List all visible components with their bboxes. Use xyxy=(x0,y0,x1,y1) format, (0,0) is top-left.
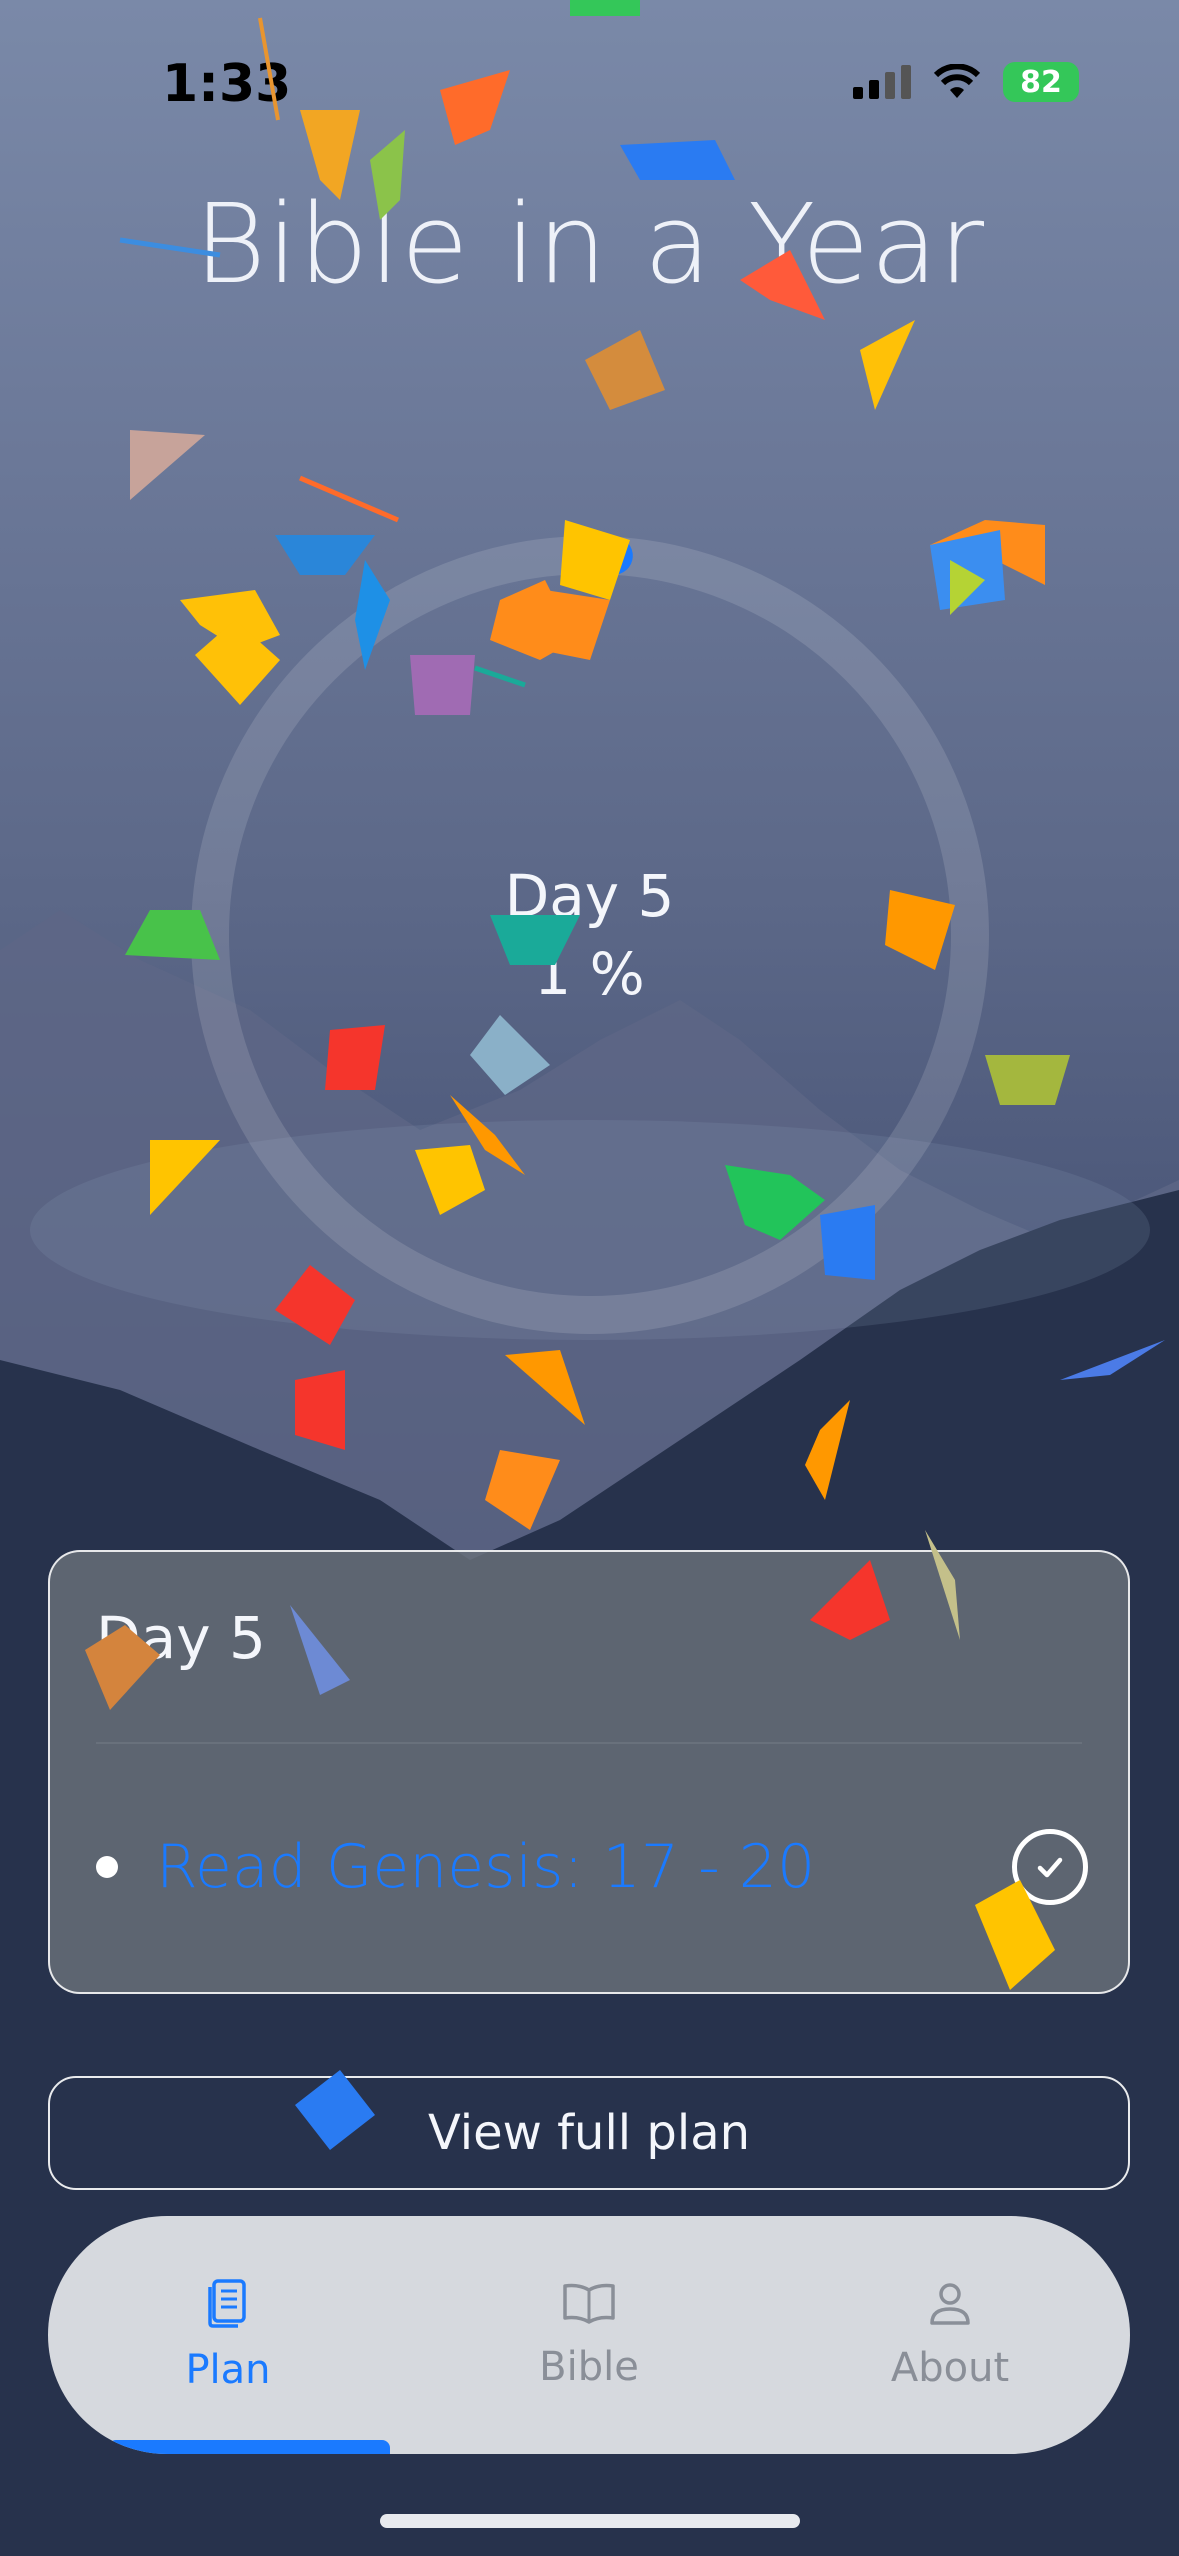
tab-plan-label: Plan xyxy=(185,2347,271,2393)
tab-bible-label: Bible xyxy=(539,2344,639,2390)
status-time: 1:33 xyxy=(162,54,292,114)
wifi-icon xyxy=(933,64,981,98)
bullet-icon xyxy=(96,1856,118,1878)
progress-day-label: Day 5 xyxy=(504,862,675,930)
progress-percent-label: 1 % xyxy=(534,940,645,1008)
tab-bar: Plan Bible About xyxy=(48,2216,1130,2454)
progress-ring xyxy=(191,536,989,1334)
reading-link[interactable]: Read Genesis: 17 - 20 xyxy=(156,1832,1012,1902)
home-indicator[interactable] xyxy=(380,2514,800,2528)
status-icons: 82 xyxy=(853,62,1079,102)
tab-bible[interactable]: Bible xyxy=(409,2216,769,2454)
completed-check-button[interactable] xyxy=(1012,1829,1088,1905)
tab-about-label: About xyxy=(890,2345,1010,2391)
today-reading-card: Day 5 Read Genesis: 17 - 20 xyxy=(48,1550,1130,1994)
app-title: Bible in a Year xyxy=(193,180,986,308)
tab-plan[interactable]: Plan xyxy=(48,2216,408,2454)
active-tab-indicator xyxy=(108,2440,390,2454)
status-bar: 1:33 82 xyxy=(0,0,1179,170)
plan-book-icon xyxy=(208,2279,246,2328)
open-book-icon xyxy=(563,2283,615,2324)
card-divider xyxy=(96,1742,1082,1744)
battery-indicator: 82 xyxy=(1003,62,1079,102)
view-full-plan-button[interactable]: View full plan xyxy=(48,2076,1130,2190)
person-icon xyxy=(930,2283,970,2325)
cellular-signal-icon xyxy=(853,65,911,99)
tab-about[interactable]: About xyxy=(770,2216,1130,2454)
checkmark-icon xyxy=(1037,1857,1063,1878)
card-day-title: Day 5 xyxy=(96,1604,266,1672)
reading-list-item: Read Genesis: 17 - 20 xyxy=(96,1822,1088,1912)
